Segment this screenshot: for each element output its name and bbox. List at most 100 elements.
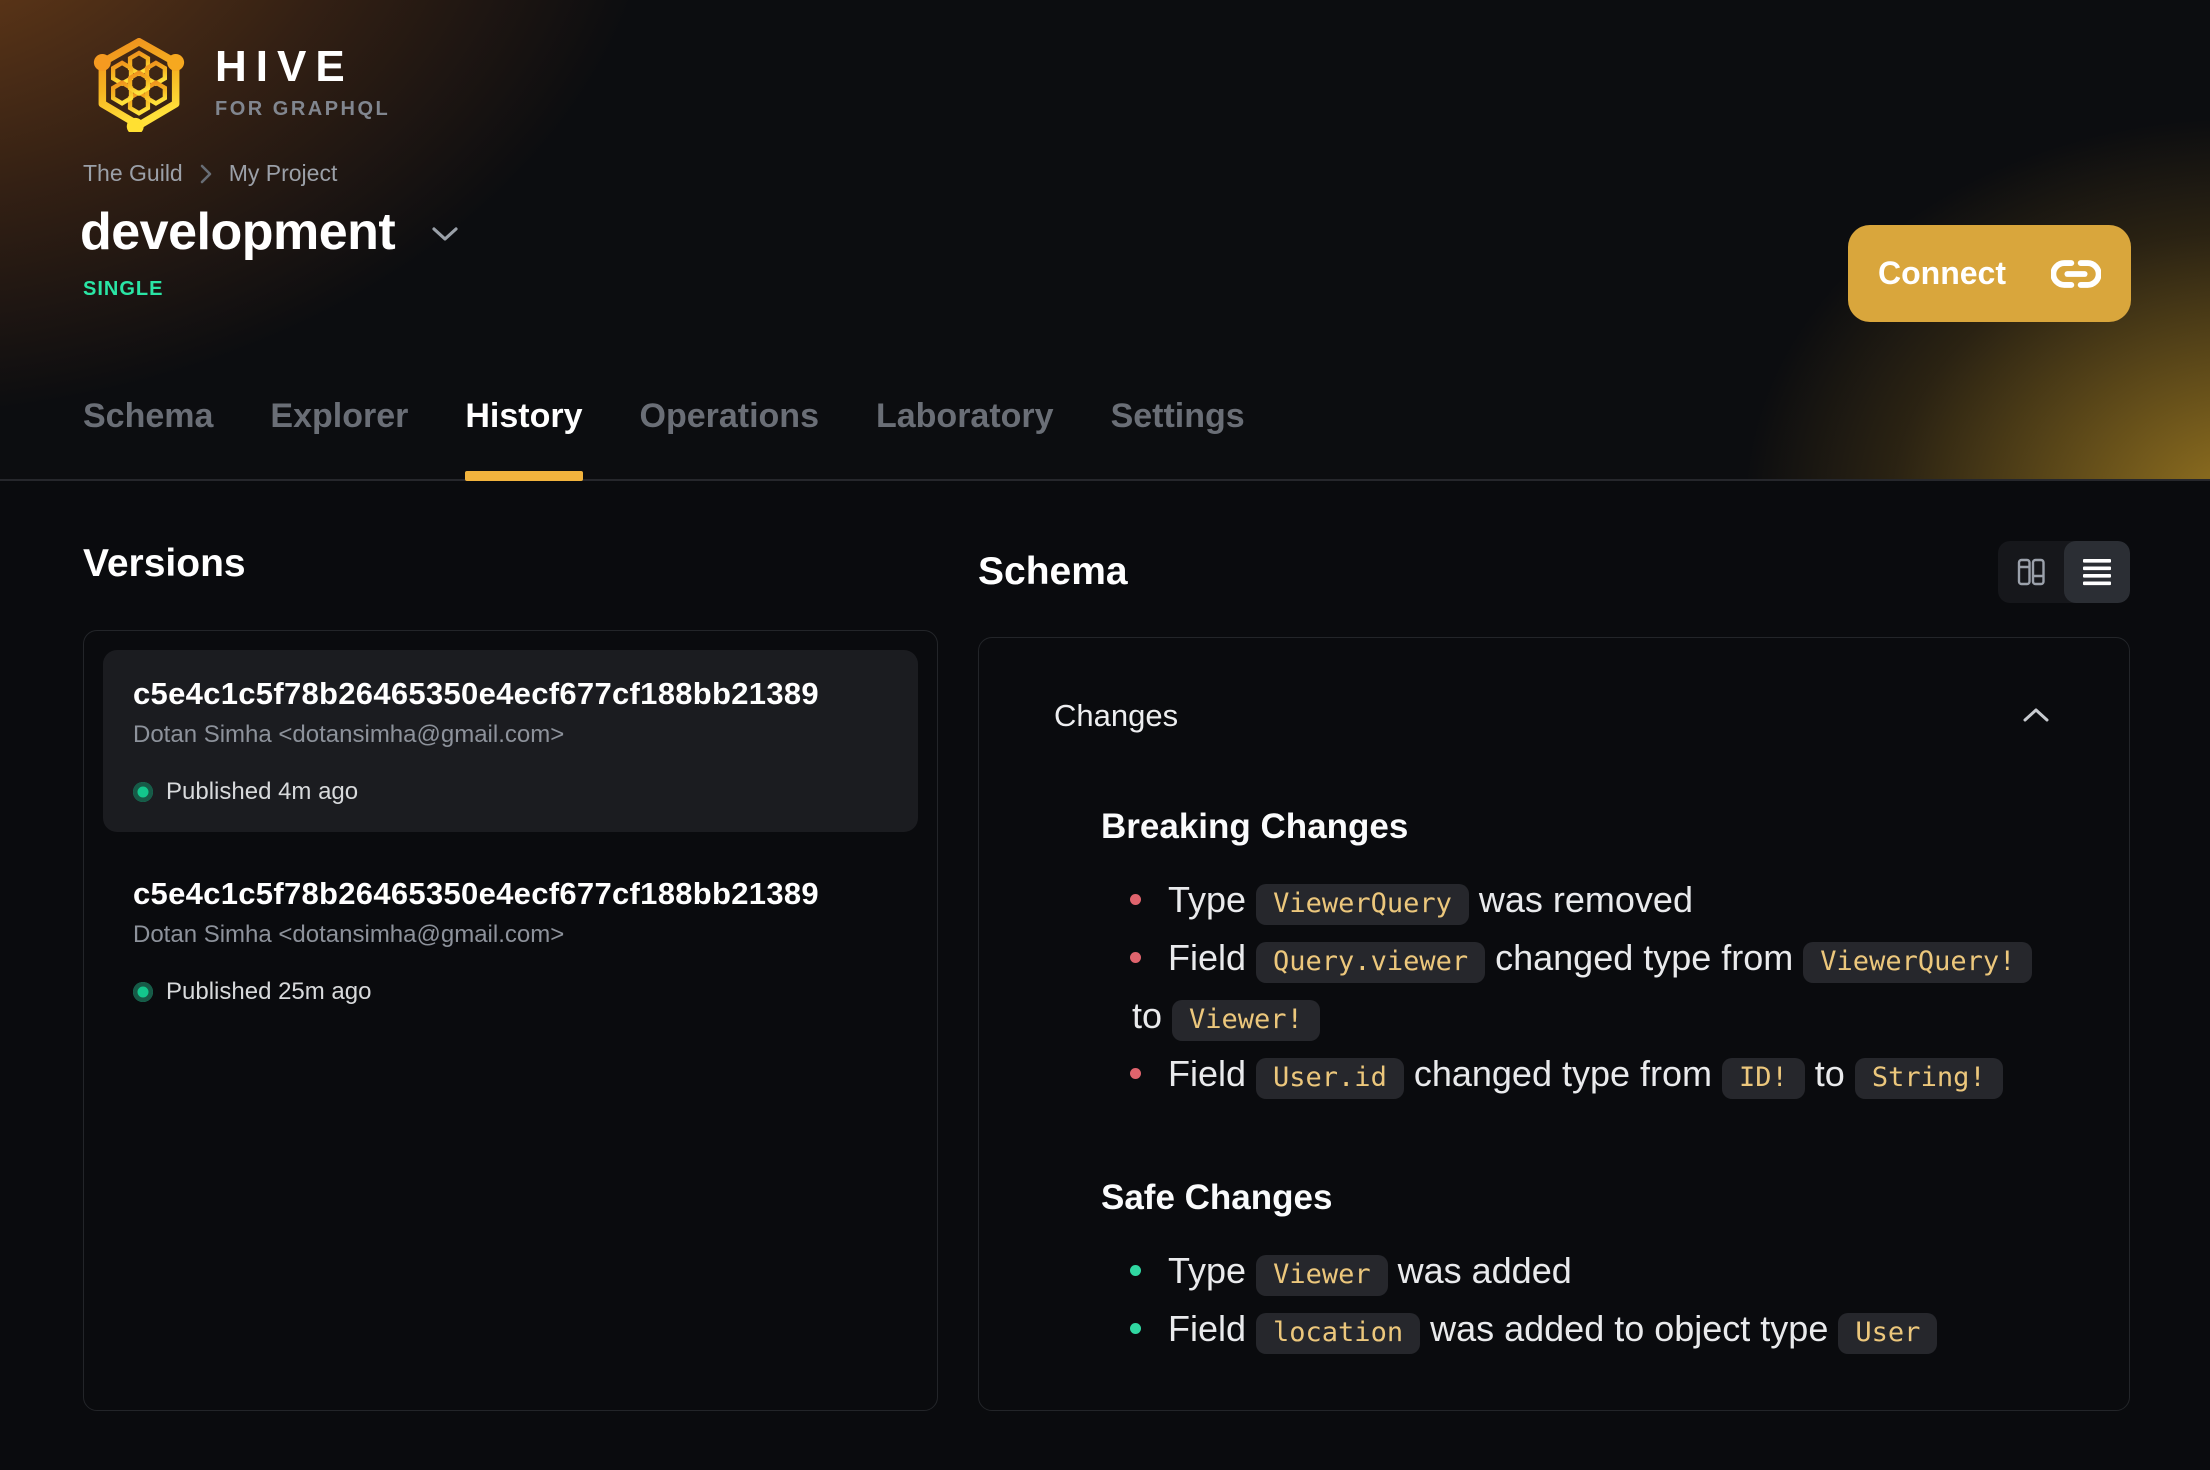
version-author: Dotan Simha <dotansimha@gmail.com> xyxy=(133,721,565,748)
chevron-up-icon xyxy=(2023,708,2049,721)
list-icon xyxy=(2083,559,2111,586)
page-title: development xyxy=(80,203,396,261)
code-pill: User xyxy=(1838,1313,1938,1354)
published-text: Published 25m ago xyxy=(166,978,372,1005)
change-text: Field xyxy=(1168,1308,1257,1349)
change-line: Field Query.viewer changed type from Vie… xyxy=(1168,931,2054,989)
code-pill: location xyxy=(1256,1313,1421,1354)
code-pill: Viewer! xyxy=(1172,1000,1320,1041)
code-pill: String! xyxy=(1854,1058,2003,1099)
code-pill: Query.viewer xyxy=(1256,942,1486,983)
schema-header-row: Schema xyxy=(978,541,2130,603)
change-line: Field User.id changed type from ID! to S… xyxy=(1168,1047,2054,1105)
versions-section: Versions c5e4c1c5f78b26465350e4ecf677cf1… xyxy=(83,541,938,1411)
app-header: HIVE FOR GRAPHQL The Guild My Project de… xyxy=(0,0,2210,481)
change-text: to xyxy=(1132,995,1173,1036)
change-text: to xyxy=(1804,1053,1855,1094)
versions-panel: c5e4c1c5f78b26465350e4ecf677cf188bb21389… xyxy=(83,630,938,1411)
change-line: to Viewer! xyxy=(1132,989,2054,1047)
breadcrumb: The Guild My Project xyxy=(83,160,337,187)
breadcrumb-project[interactable]: My Project xyxy=(229,160,338,187)
tab-schema[interactable]: Schema xyxy=(83,397,213,481)
change-text: was added xyxy=(1387,1250,1572,1291)
change-section-title: Safe Changes xyxy=(1101,1178,1333,1217)
change-text: was added to object type xyxy=(1420,1308,1839,1349)
change-list: Type ViewerQuery was removed Field Query.… xyxy=(1054,873,2054,1105)
tab-label: History xyxy=(465,397,583,435)
view-toggle-group xyxy=(1998,541,2130,603)
code-pill: Viewer xyxy=(1256,1255,1388,1296)
change-item: Field Query.viewer changed type from Vie… xyxy=(1054,931,2054,1047)
change-text: Type xyxy=(1168,879,1257,920)
change-section-breaking: Breaking Changes Type ViewerQuery was rem… xyxy=(1054,808,2054,1105)
tab-label: Schema xyxy=(83,397,214,435)
code-pill: ViewerQuery xyxy=(1256,884,1469,925)
change-section-safe: Safe Changes Type Viewer was added Field l… xyxy=(1054,1179,2054,1360)
change-line: Type ViewerQuery was removed xyxy=(1168,873,2054,931)
breadcrumb-org[interactable]: The Guild xyxy=(83,160,183,187)
published-dot-icon xyxy=(133,782,153,802)
change-text: Field xyxy=(1168,1053,1257,1094)
version-card[interactable]: c5e4c1c5f78b26465350e4ecf677cf188bb21389… xyxy=(103,850,918,1032)
code-pill: ID! xyxy=(1722,1058,1805,1099)
version-status: Published 4m ago xyxy=(133,778,888,806)
connect-button-label: Connect xyxy=(1878,255,2006,291)
change-line: Field location was added to object type … xyxy=(1168,1302,2054,1360)
target-type-badge: SINGLE xyxy=(83,278,164,300)
changes-body: Breaking Changes Type ViewerQuery was rem… xyxy=(1054,808,2054,1360)
change-text: Field xyxy=(1168,937,1257,978)
changes-collapse-header[interactable]: Changes xyxy=(1054,638,2054,734)
version-card[interactable]: c5e4c1c5f78b26465350e4ecf677cf188bb21389… xyxy=(103,650,918,832)
version-hash: c5e4c1c5f78b26465350e4ecf677cf188bb21389 xyxy=(133,676,819,711)
change-section-title: Breaking Changes xyxy=(1101,807,1409,846)
schema-section: Schema Changes Breaking Changes Type Vie… xyxy=(978,541,2130,1411)
published-text: Published 4m ago xyxy=(166,778,359,805)
tab-history[interactable]: History xyxy=(465,397,583,481)
published-dot-icon xyxy=(133,982,153,1002)
chevron-down-icon xyxy=(432,227,458,241)
tab-laboratory[interactable]: Laboratory xyxy=(876,397,1054,481)
change-item: Field User.id changed type from ID! to S… xyxy=(1054,1047,2054,1105)
code-pill: User.id xyxy=(1256,1058,1404,1099)
brand: HIVE FOR GRAPHQL xyxy=(83,38,390,132)
change-list: Type Viewer was added Field location was … xyxy=(1054,1244,2054,1360)
brand-text: HIVE FOR GRAPHQL xyxy=(215,38,390,121)
version-author: Dotan Simha <dotansimha@gmail.com> xyxy=(133,921,565,948)
title-row: development xyxy=(80,202,459,262)
change-item: Type ViewerQuery was removed xyxy=(1054,873,2054,931)
columns-view-button[interactable] xyxy=(1998,541,2064,603)
columns-icon xyxy=(2017,558,2045,586)
code-pill: ViewerQuery! xyxy=(1803,942,2033,983)
version-status: Published 25m ago xyxy=(133,978,888,1006)
brand-name: HIVE xyxy=(215,42,354,91)
list-view-button[interactable] xyxy=(2064,541,2130,603)
chevron-right-icon xyxy=(200,164,212,183)
change-text: changed type from xyxy=(1485,937,1804,978)
tab-label: Explorer xyxy=(270,397,409,435)
change-text: changed type from xyxy=(1403,1053,1723,1094)
versions-title: Versions xyxy=(83,542,246,585)
connect-button[interactable]: Connect xyxy=(1848,225,2131,322)
tab-bar: Schema Explorer History Operations Laborator… xyxy=(83,397,1245,481)
tab-label: Laboratory xyxy=(875,397,1054,435)
target-selector-button[interactable] xyxy=(431,216,459,248)
tab-operations[interactable]: Operations xyxy=(640,397,819,481)
change-item: Field location was added to object type … xyxy=(1054,1302,2054,1360)
change-text: was removed xyxy=(1468,879,1693,920)
change-line: Type Viewer was added xyxy=(1168,1244,2054,1302)
tab-explorer[interactable]: Explorer xyxy=(270,397,408,481)
change-item: Type Viewer was added xyxy=(1054,1244,2054,1302)
change-text: Type xyxy=(1168,1250,1257,1291)
tab-settings[interactable]: Settings xyxy=(1111,397,1245,481)
tab-label: Settings xyxy=(1110,397,1245,435)
changes-label: Changes xyxy=(1054,698,1179,733)
version-hash: c5e4c1c5f78b26465350e4ecf677cf188bb21389 xyxy=(133,876,819,911)
schema-title: Schema xyxy=(978,550,1128,593)
collapse-button[interactable] xyxy=(2018,703,2054,730)
tab-label: Operations xyxy=(639,397,819,435)
brand-tagline: FOR GRAPHQL xyxy=(215,98,391,120)
link-icon xyxy=(2051,259,2101,288)
hive-logo-icon xyxy=(93,38,185,132)
changes-panel: Changes Breaking Changes Type ViewerQuery… xyxy=(978,637,2130,1411)
active-tab-underline xyxy=(465,471,583,481)
